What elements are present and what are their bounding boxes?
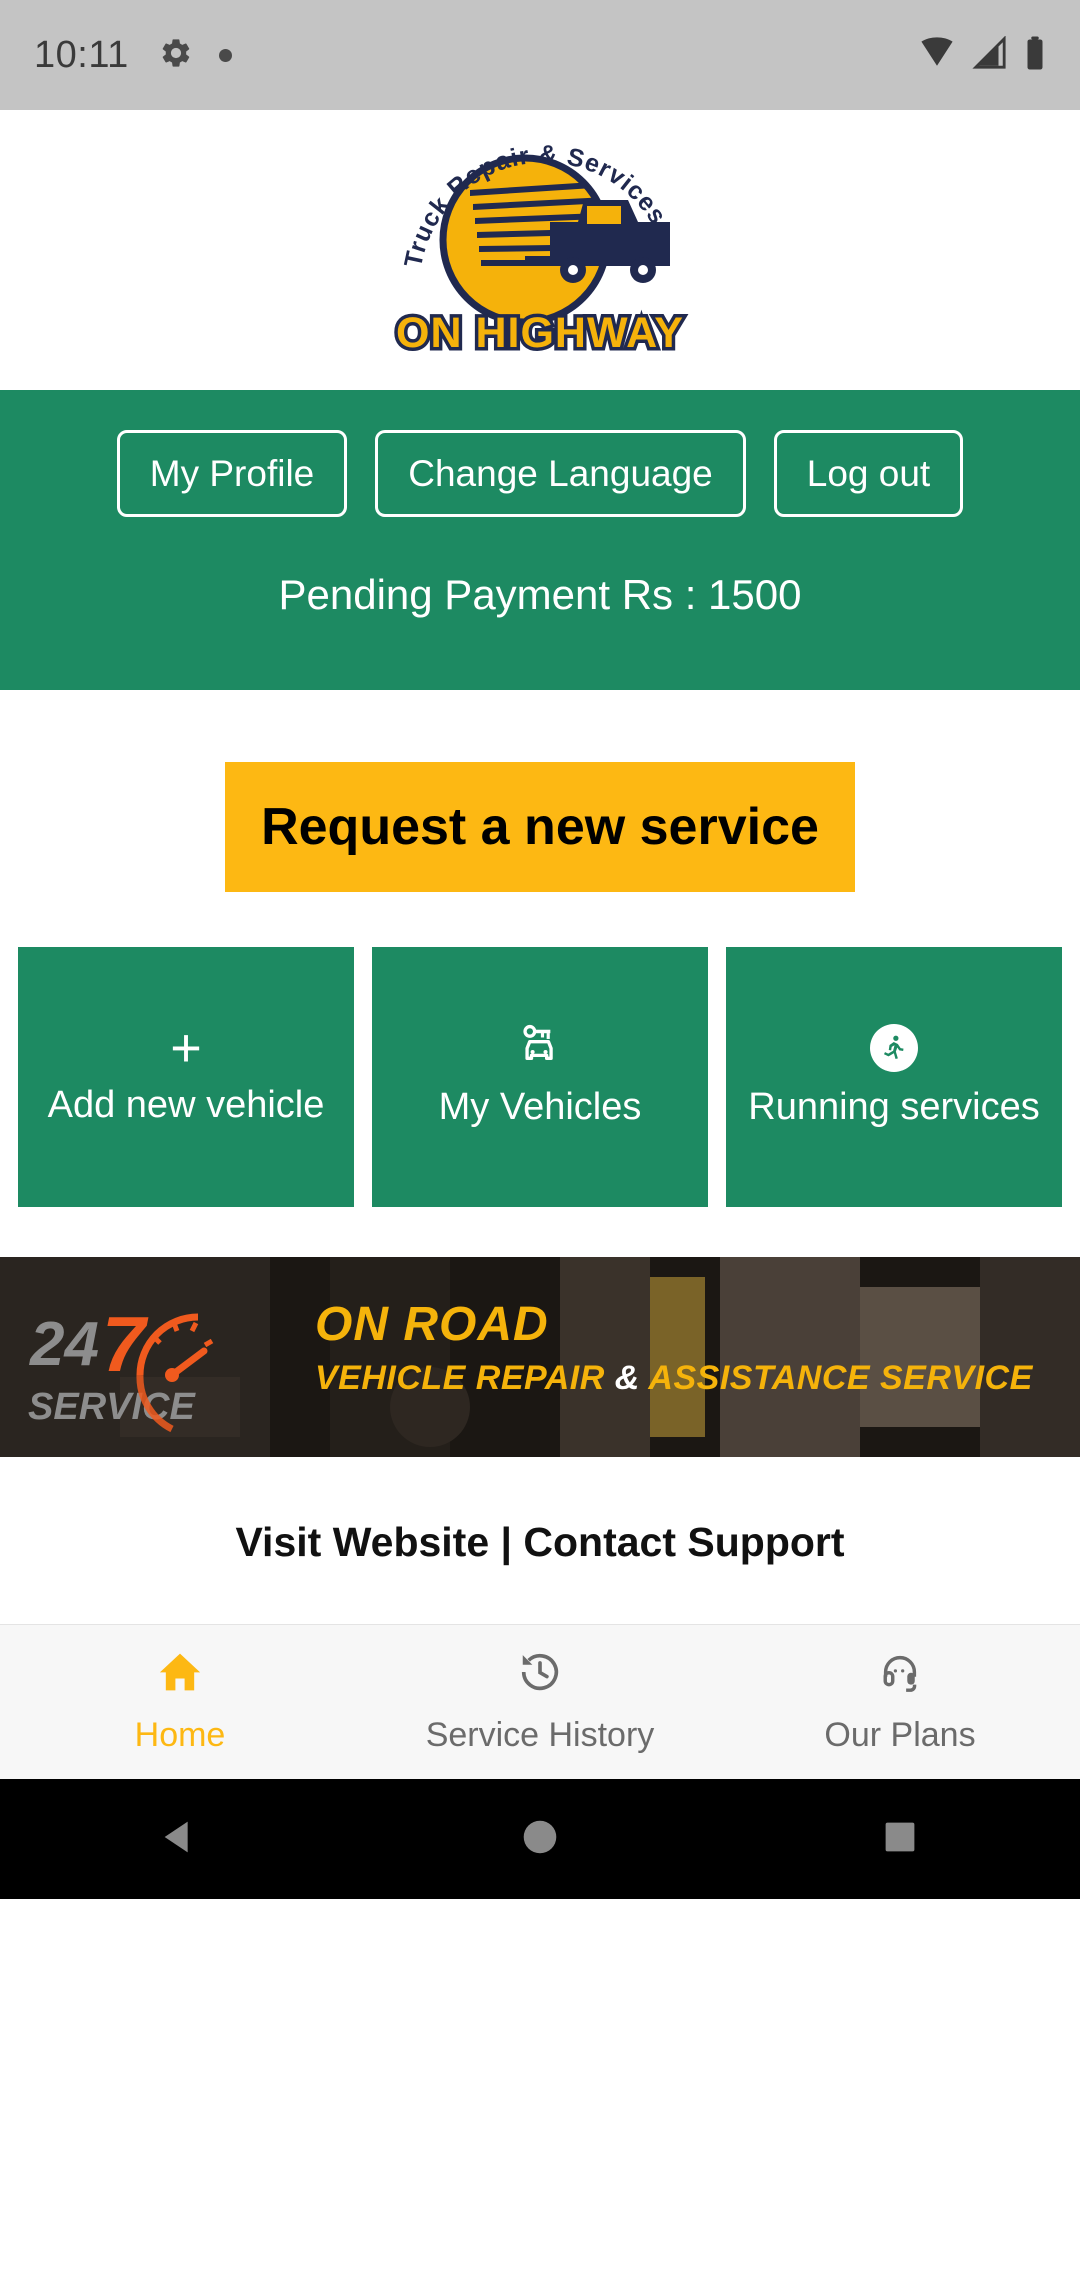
running-person-icon (870, 1024, 918, 1073)
nav-item-home[interactable]: Home (0, 1649, 360, 1755)
banner-247-badge: 24 7 SERVICE (28, 1300, 214, 1433)
account-button-row: My Profile Change Language Log out (0, 430, 1080, 517)
nav-label-home: Home (134, 1716, 226, 1754)
gear-icon (159, 36, 193, 75)
svg-text:24: 24 (29, 1310, 99, 1379)
request-service-section: Request a new service (0, 690, 1080, 892)
add-new-vehicle-card[interactable]: + Add new vehicle (18, 947, 354, 1207)
nav-item-service-history[interactable]: Service History (360, 1649, 720, 1755)
promo-banner[interactable]: 24 7 SERVICE ON ROAD VEHICLE REPAIR & AS… (0, 1257, 1080, 1457)
footer-links: Visit Website | Contact Support (0, 1457, 1080, 1624)
change-language-button[interactable]: Change Language (375, 430, 746, 517)
banner-subline-part1: VEHICLE REPAIR (315, 1359, 615, 1397)
request-new-service-button[interactable]: Request a new service (225, 762, 855, 892)
home-circle-icon[interactable] (517, 1814, 563, 1865)
log-out-button[interactable]: Log out (773, 430, 964, 517)
contact-support-link[interactable]: Contact Support (523, 1519, 844, 1565)
footer-separator: | (489, 1519, 524, 1565)
svg-text:ON HIGHWAY: ON HIGHWAY (396, 309, 684, 357)
plus-icon: + (170, 1017, 202, 1078)
signal-icon (972, 34, 1008, 75)
status-right-icons (918, 34, 1046, 76)
bottom-navigation: Home Service History Our Plans (0, 1624, 1080, 1779)
nav-label-service-history: Service History (425, 1716, 655, 1754)
running-services-card[interactable]: Running services (726, 947, 1062, 1207)
android-system-nav (0, 1779, 1080, 1899)
account-panel: My Profile Change Language Log out Pendi… (0, 390, 1080, 690)
banner-headline: ON ROAD (315, 1298, 549, 1351)
status-bar: 10:11 (0, 0, 1080, 110)
back-triangle-icon[interactable] (157, 1814, 203, 1865)
quick-action-cards: + Add new vehicle My Vehicles Running se… (0, 892, 1080, 1207)
on-highway-logo: Truck Repair & Services ON HIGHWAY (375, 70, 705, 370)
status-left-icons (159, 36, 232, 75)
app-logo-area: Truck Repair & Services ON HIGHWAY (0, 110, 1080, 390)
banner-subline-part2: ASSISTANCE SERVICE (639, 1359, 1033, 1397)
my-vehicles-label: My Vehicles (438, 1086, 642, 1129)
recents-square-icon[interactable] (877, 1814, 923, 1865)
nav-label-our-plans: Our Plans (824, 1716, 976, 1754)
banner-text-block: ON ROAD VEHICLE REPAIR & ASSISTANCE SERV… (315, 1298, 1033, 1396)
banner-subline: VEHICLE REPAIR & ASSISTANCE SERVICE (315, 1361, 1033, 1395)
running-services-label: Running services (748, 1086, 1040, 1129)
pending-payment-text: Pending Payment Rs : 1500 (278, 571, 802, 618)
car-key-icon (517, 1024, 563, 1072)
visit-website-link[interactable]: Visit Website (235, 1519, 489, 1565)
svg-text:SERVICE: SERVICE (28, 1386, 196, 1428)
history-clock-icon (516, 1649, 564, 1704)
my-profile-button[interactable]: My Profile (116, 430, 348, 517)
logo-wordmark: ON HIGHWAY (393, 306, 687, 361)
dot-icon (218, 48, 232, 62)
status-time: 10:11 (34, 33, 129, 76)
banner-subline-amp: & (614, 1359, 640, 1397)
my-vehicles-card[interactable]: My Vehicles (372, 947, 708, 1207)
headset-support-icon (876, 1649, 924, 1704)
wifi-icon (918, 36, 956, 75)
nav-item-our-plans[interactable]: Our Plans (720, 1649, 1080, 1755)
home-icon (156, 1649, 204, 1704)
add-new-vehicle-label: Add new vehicle (47, 1083, 325, 1126)
battery-icon (1024, 35, 1046, 76)
